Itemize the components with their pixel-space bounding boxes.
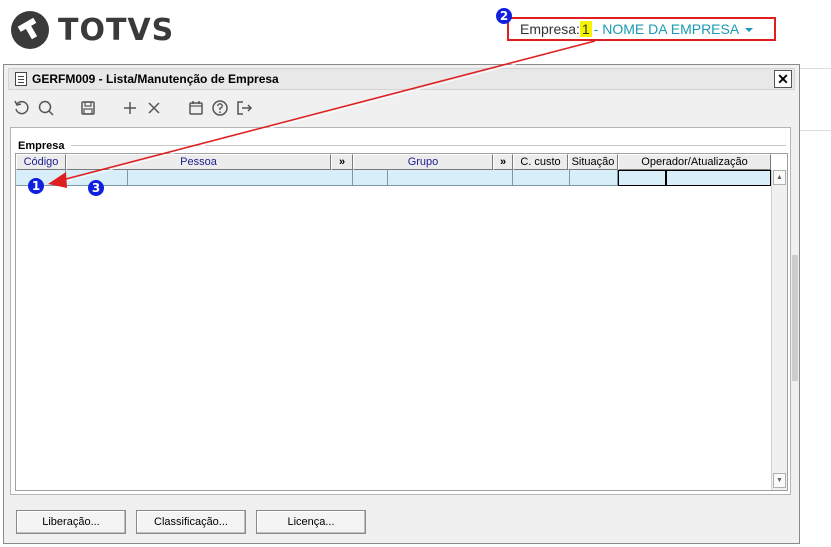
divider — [800, 130, 831, 131]
app-header: TOTVS Empresa: 1 - NOME DA EMPRESA — [0, 0, 831, 60]
classificacao-button[interactable]: Classificação... — [136, 510, 246, 534]
group-divider — [71, 145, 786, 146]
chevron-down-icon — [745, 28, 754, 32]
save-icon[interactable] — [78, 98, 98, 118]
document-icon — [15, 72, 27, 86]
grid-scrollbar[interactable]: ▲ ▼ — [771, 170, 787, 490]
totvs-logo[interactable]: TOTVS — [10, 10, 174, 50]
column-pessoa-expand[interactable]: » — [331, 154, 353, 170]
liberacao-button[interactable]: Liberação... — [16, 510, 126, 534]
annotation-marker-3: 3 — [88, 180, 104, 196]
help-icon[interactable] — [210, 98, 230, 118]
totvs-logo-icon — [11, 11, 49, 49]
cell-atualizacao[interactable] — [666, 170, 771, 186]
window-titlebar[interactable]: GERFM009 - Lista/Manutenção de Empresa ✕ — [8, 68, 795, 90]
add-icon[interactable] — [120, 98, 140, 118]
scroll-down-icon[interactable]: ▼ — [773, 473, 786, 488]
delete-icon[interactable] — [144, 98, 164, 118]
group-title: Empresa — [18, 140, 65, 152]
column-situacao[interactable]: Situação — [568, 154, 618, 170]
cell-situacao[interactable] — [570, 170, 618, 186]
window-scrollbar-thumb[interactable] — [792, 255, 798, 381]
gerfm009-window: GERFM009 - Lista/Manutenção de Empresa ✕ — [3, 64, 800, 544]
close-icon: ✕ — [777, 71, 789, 87]
search-icon[interactable] — [36, 98, 56, 118]
action-buttons: Liberação... Classificação... Licença... — [16, 510, 376, 534]
cell-c-custo[interactable] — [513, 170, 570, 186]
annotation-marker-2: 2 — [496, 8, 512, 24]
toolbar — [12, 96, 258, 120]
cell-pessoa-name[interactable] — [128, 170, 353, 186]
cell-grupo-name[interactable] — [388, 170, 513, 186]
column-codigo[interactable]: Código — [16, 154, 66, 170]
grid-header: Código Pessoa » Grupo » C. custo Situaçã… — [16, 154, 771, 170]
cell-operador[interactable] — [618, 170, 666, 186]
divider — [800, 68, 831, 69]
empresa-panel: Empresa Código Pessoa » Grupo » C. custo… — [10, 127, 791, 495]
scroll-up-icon[interactable]: ▲ — [773, 170, 786, 185]
exit-icon[interactable] — [234, 98, 254, 118]
calendar-icon[interactable] — [186, 98, 206, 118]
brand-name: TOTVS — [58, 12, 175, 48]
column-grupo[interactable]: Grupo — [353, 154, 493, 170]
table-row[interactable] — [16, 170, 771, 186]
licenca-button[interactable]: Licença... — [256, 510, 366, 534]
annotation-marker-1: 1 — [28, 178, 44, 194]
undo-icon[interactable] — [12, 98, 32, 118]
window-title: GERFM009 - Lista/Manutenção de Empresa — [32, 72, 279, 86]
column-operador-atualizacao[interactable]: Operador/Atualização — [618, 154, 771, 170]
empresa-grid[interactable]: Código Pessoa » Grupo » C. custo Situaçã… — [15, 153, 788, 491]
empresa-number: 1 — [579, 21, 592, 37]
close-button[interactable]: ✕ — [774, 70, 792, 88]
column-grupo-expand[interactable]: » — [493, 154, 513, 170]
column-pessoa[interactable]: Pessoa — [66, 154, 331, 170]
column-c-custo[interactable]: C. custo — [513, 154, 568, 170]
empresa-label: Empresa: — [520, 21, 580, 37]
empresa-selector[interactable]: Empresa: 1 - NOME DA EMPRESA — [507, 17, 776, 41]
cell-grupo-code[interactable] — [353, 170, 388, 186]
empresa-name: - NOME DA EMPRESA — [593, 21, 740, 37]
